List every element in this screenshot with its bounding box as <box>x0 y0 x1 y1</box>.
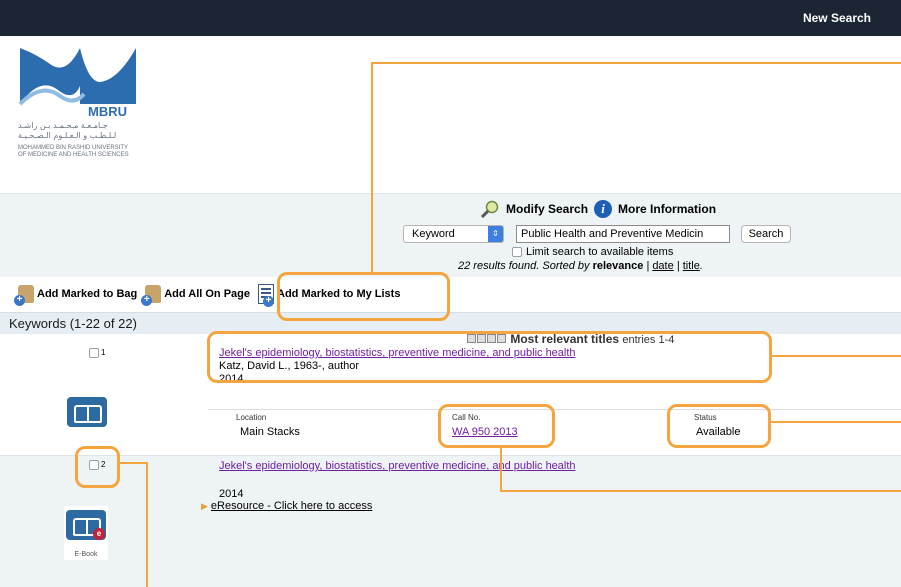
results-summary: 22 results found. Sorted by relevance | … <box>458 260 703 272</box>
sort-title-link[interactable]: title <box>683 260 700 272</box>
bag-add-icon <box>14 285 34 306</box>
limit-available-checkbox[interactable] <box>512 247 522 257</box>
search-panel: Modify Search i More Information Keyword… <box>0 193 901 277</box>
annotation-line <box>371 62 901 64</box>
new-search-link[interactable]: New Search <box>803 11 871 25</box>
annotation-box <box>277 272 450 321</box>
logo-arabic-line: جـامـعـة مـحـمـد بـن راشـد <box>18 121 108 130</box>
add-marked-to-bag-button[interactable]: Add Marked to Bag <box>14 285 138 306</box>
search-input[interactable]: Public Health and Preventive Medicin <box>516 225 730 243</box>
annotation-line <box>146 462 148 587</box>
separator: | <box>646 260 650 272</box>
book-icon <box>67 397 107 427</box>
search-type-select[interactable]: Keyword ⇕ <box>403 225 504 243</box>
annotation-box <box>207 331 772 383</box>
eresource-row: ▶ eResource - Click here to access <box>201 500 372 512</box>
annotation-line <box>118 462 148 464</box>
record-year: 2014 <box>219 488 244 500</box>
result-record-2: 2 Jekel's epidemiology, biostatistics, p… <box>0 455 901 587</box>
add-all-on-page-button[interactable]: Add All On Page <box>141 285 250 306</box>
sort-date-link[interactable]: date <box>652 260 673 272</box>
record-number: 1 <box>101 348 106 357</box>
annotation-line <box>770 355 901 357</box>
add-all-on-page-label: Add All On Page <box>164 288 250 300</box>
eresource-link[interactable]: eResource - Click here to access <box>211 500 372 512</box>
separator: | <box>676 260 680 272</box>
location-header: Location <box>236 413 267 422</box>
sorted-by-label: Sorted by <box>542 260 590 272</box>
arrow-right-icon: ▶ <box>201 500 208 511</box>
ebook-badge-icon: e <box>93 528 105 540</box>
search-type-value: Keyword <box>412 228 455 240</box>
bag-add-icon <box>141 285 162 306</box>
logo-arabic-line: لـلـطـب و الـعـلـوم الـصـحـيـة <box>18 131 117 140</box>
location-value: Main Stacks <box>240 426 300 438</box>
record-title-link[interactable]: Jekel's epidemiology, biostatistics, pre… <box>219 460 576 472</box>
annotation-box <box>667 404 771 448</box>
annotation-line <box>500 490 901 492</box>
annotation-box <box>438 404 555 448</box>
magnifier-icon <box>480 200 500 219</box>
ebook-format: e E-Book <box>64 506 108 560</box>
ebook-label: E-Book <box>74 551 98 558</box>
trailing-period: . <box>699 260 703 272</box>
logo-brand-text: MBRU <box>88 104 127 116</box>
annotation-line <box>500 446 502 492</box>
add-marked-to-bag-label: Add Marked to Bag <box>37 288 138 300</box>
annotation-line <box>770 421 901 423</box>
top-bar: New Search <box>0 0 901 36</box>
keywords-range-label: Keywords (1-22 of 22) <box>9 316 137 331</box>
limit-available-row: Limit search to available items <box>512 246 673 258</box>
record-checkbox[interactable] <box>89 348 99 358</box>
header: MBRU جـامـعـة مـحـمـد بـن راشـد لـلـطـب … <box>0 36 901 193</box>
mbru-logo-mark: MBRU <box>18 48 136 119</box>
limit-available-label: Limit search to available items <box>526 246 674 258</box>
search-links: Modify Search i More Information <box>480 200 716 219</box>
logo-english-line: OF MEDICINE AND HEALTH SCIENCES <box>18 152 129 158</box>
sort-relevance: relevance <box>592 260 644 272</box>
record-select: 1 <box>89 348 105 358</box>
modify-search-link[interactable]: Modify Search <box>506 202 588 216</box>
info-icon[interactable]: i <box>594 200 613 218</box>
annotation-line <box>371 62 373 274</box>
mbru-logo: MBRU جـامـعـة مـحـمـد بـن راشـد لـلـطـب … <box>18 46 148 159</box>
results-count: 22 results found. <box>458 260 540 272</box>
list-add-icon <box>258 284 274 307</box>
annotation-box <box>75 446 120 488</box>
select-arrows-icon: ⇕ <box>488 226 503 242</box>
logo-english-line: MOHAMMED BIN RASHID UNIVERSITY <box>18 145 129 151</box>
search-button[interactable]: Search <box>741 225 791 243</box>
more-information-link[interactable]: More Information <box>618 202 716 216</box>
